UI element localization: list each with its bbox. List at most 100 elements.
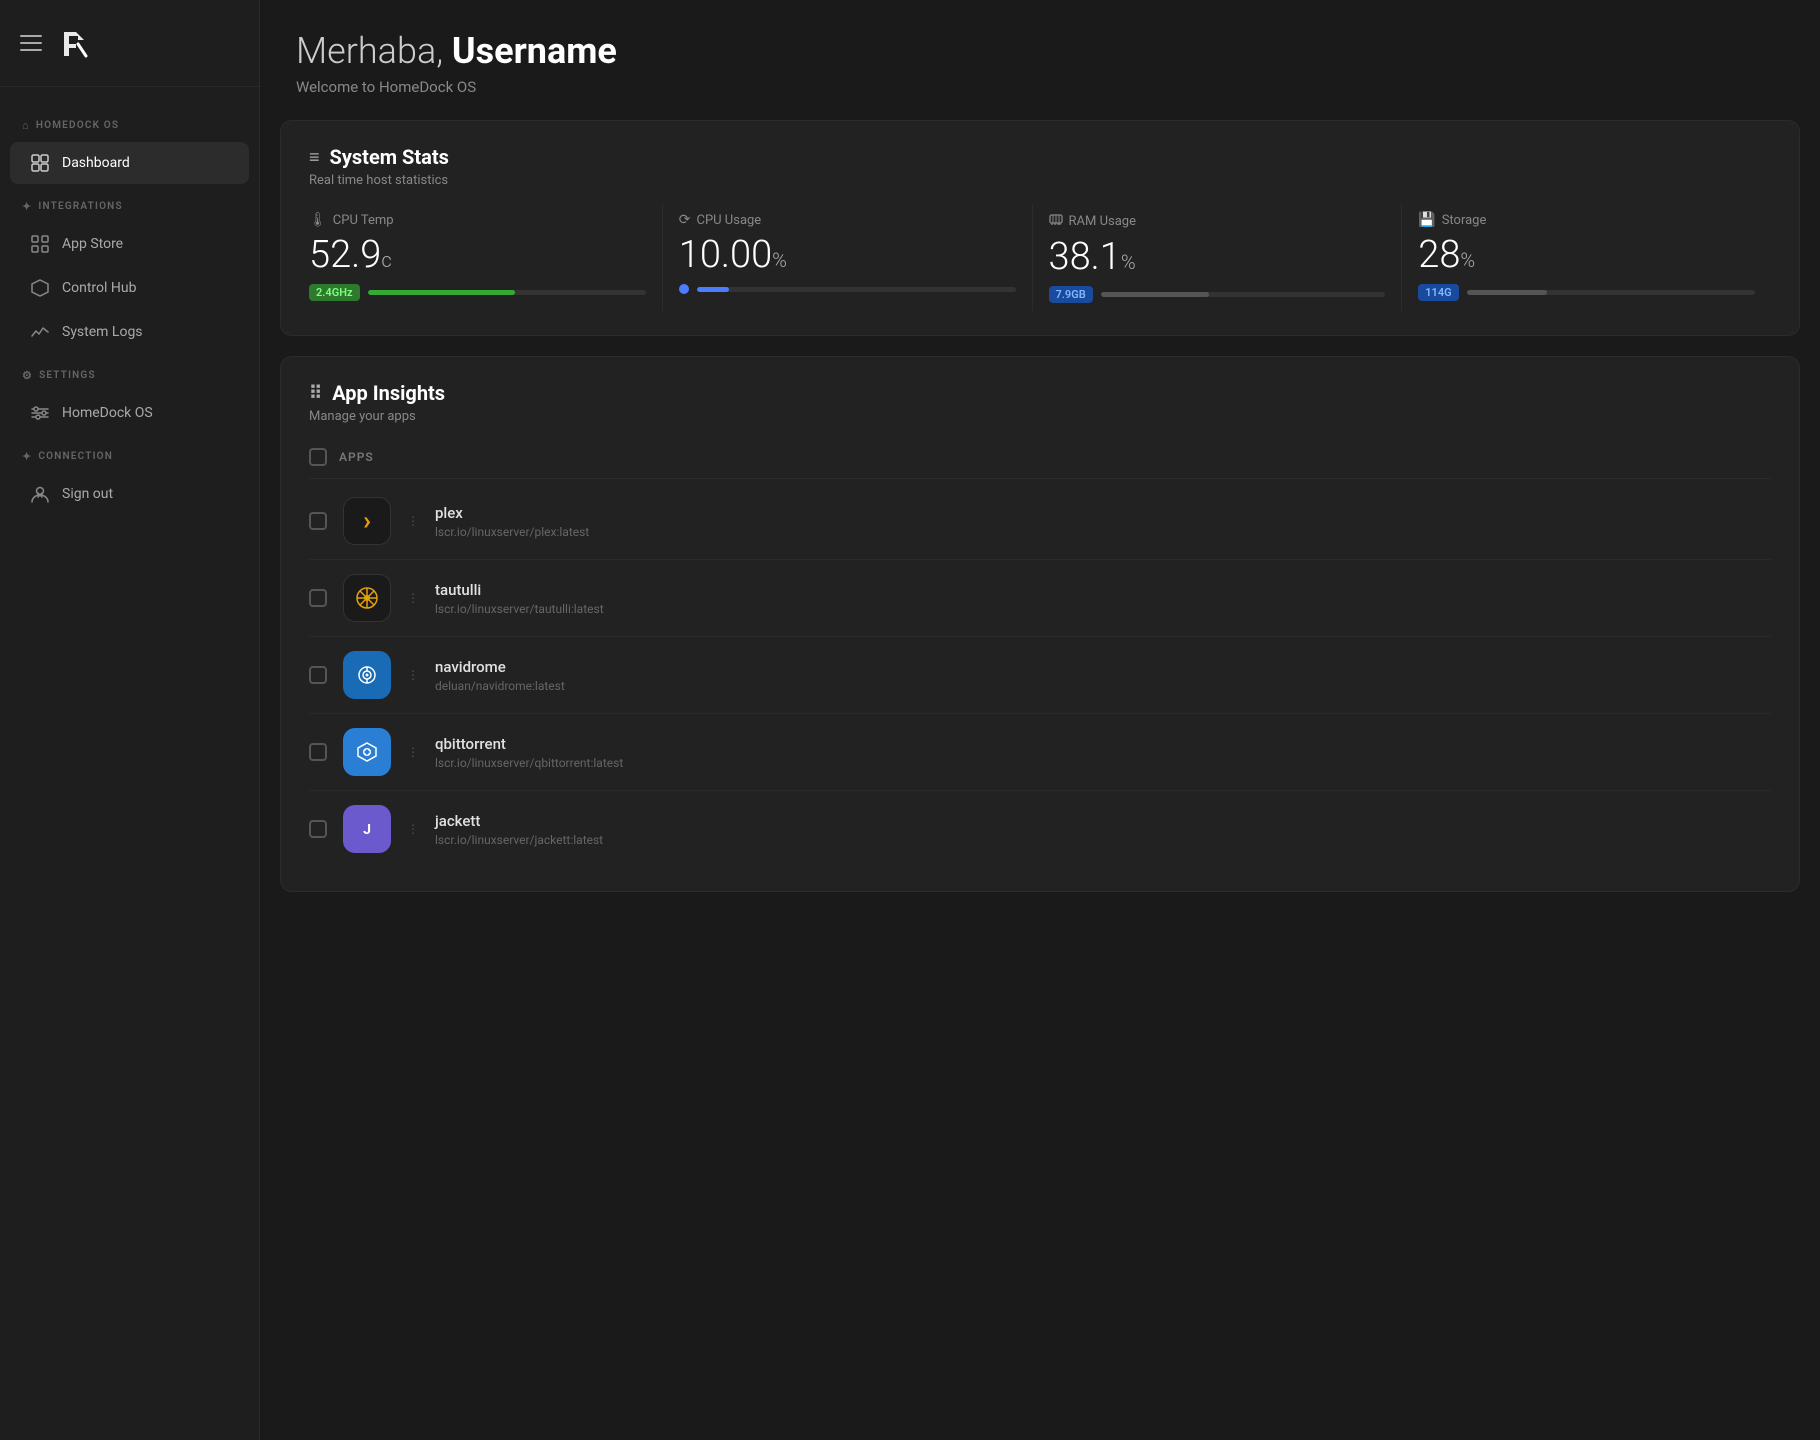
stats-grid: 🌡 CPU Temp 52.9c 2.4GHz ⟳ CPU Usage [309, 204, 1771, 311]
app-insights-card: ⠿ App Insights Manage your apps APPS › ⋮… [280, 356, 1800, 892]
app-name-plex: plex [435, 504, 1771, 522]
sidebar-item-label-homedockos: HomeDock OS [62, 405, 153, 421]
controlhub-icon [30, 278, 50, 298]
storage-value: 28% [1418, 236, 1755, 274]
app-row-jackett[interactable]: J ⋮ jackett lscr.io/linuxserver/jackett:… [309, 791, 1771, 867]
sidebar-item-label-signout: Sign out [62, 486, 113, 502]
cpu-freq-badge: 2.4GHz [309, 284, 360, 301]
stat-ram-usage: RAM Usage 38.1% 7.9GB [1049, 204, 1403, 311]
app-logo [56, 22, 98, 64]
sidebar-item-dashboard[interactable]: Dashboard [10, 142, 249, 184]
greeting-text: Merhaba, Username [296, 30, 1784, 72]
sidebar-item-label-appstore: App Store [62, 236, 123, 252]
app-name-jackett: jackett [435, 812, 1771, 830]
ram-usage-bar-fill [1101, 292, 1209, 297]
app-checkbox-jackett[interactable] [309, 820, 327, 838]
app-icon-plex: › [343, 497, 391, 545]
sidebar-navigation: ⌂ HOMEDOCK OS Dashboard ✦ INTEGRATIONS [0, 87, 259, 1440]
homedockos-settings-icon [30, 403, 50, 423]
app-image-plex: lscr.io/linuxserver/plex:latest [435, 525, 1771, 539]
app-insights-title-icon: ⠿ [309, 383, 322, 404]
sidebar-item-controlhub[interactable]: Control Hub [10, 267, 249, 309]
cpu-usage-value: 10.00% [679, 236, 1016, 274]
sidebar-item-signout[interactable]: Sign out [10, 473, 249, 515]
storage-bar [1467, 290, 1755, 295]
sidebar-header [0, 0, 259, 87]
drag-handle-qbittorrent[interactable]: ⋮ [407, 745, 419, 759]
cpu-temp-bar-fill [368, 290, 515, 295]
system-stats-title: ≡ System Stats [309, 145, 1771, 169]
system-stats-title-icon: ≡ [309, 147, 320, 168]
sidebar-item-homedockos[interactable]: HomeDock OS [10, 392, 249, 434]
system-stats-header: ≡ System Stats Real time host statistics [309, 145, 1771, 188]
ram-usage-value: 38.1% [1049, 238, 1386, 276]
drag-handle-navidrome[interactable]: ⋮ [407, 668, 419, 682]
drag-handle-plex[interactable]: ⋮ [407, 514, 419, 528]
systemlogs-icon [30, 322, 50, 342]
app-image-tautulli: lscr.io/linuxserver/tautulli:latest [435, 602, 1771, 616]
cpu-usage-bar [697, 287, 1016, 292]
sidebar-item-label-systemlogs: System Logs [62, 324, 143, 340]
section-label-connection: ✦ CONNECTION [0, 436, 259, 471]
sidebar-item-label-controlhub: Control Hub [62, 280, 136, 296]
app-image-navidrome: deluan/navidrome:latest [435, 679, 1771, 693]
subtitle-text: Welcome to HomeDock OS [296, 78, 1784, 96]
app-row-tautulli[interactable]: ⋮ tautulli lscr.io/linuxserver/tautulli:… [309, 560, 1771, 637]
cpu-usage-icon: ⟳ [679, 212, 691, 228]
drag-handle-tautulli[interactable]: ⋮ [407, 591, 419, 605]
app-icon-tautulli [343, 574, 391, 622]
app-name-navidrome: navidrome [435, 658, 1771, 676]
app-image-jackett: lscr.io/linuxserver/jackett:latest [435, 833, 1771, 847]
storage-size-badge: 114G [1418, 284, 1458, 301]
app-name-tautulli: tautulli [435, 581, 1771, 599]
app-image-qbittorrent: lscr.io/linuxserver/qbittorrent:latest [435, 756, 1771, 770]
app-icon-jackett: J [343, 805, 391, 853]
section-icon-integrations: ✦ [22, 200, 32, 213]
signout-icon [30, 484, 50, 504]
cpu-temp-icon: 🌡 [309, 212, 327, 228]
svg-text:J: J [363, 822, 371, 838]
cpu-usage-dot [679, 284, 689, 294]
section-label-integrations: ✦ INTEGRATIONS [0, 186, 259, 221]
app-checkbox-plex[interactable] [309, 512, 327, 530]
section-icon-settings: ⚙ [22, 369, 33, 382]
ram-size-badge: 7.9GB [1049, 286, 1093, 303]
drag-handle-jackett[interactable]: ⋮ [407, 822, 419, 836]
storage-icon: 💾 [1418, 212, 1435, 228]
sidebar-item-systemlogs[interactable]: System Logs [10, 311, 249, 353]
ram-usage-bar [1101, 292, 1386, 297]
sidebar: ⌂ HOMEDOCK OS Dashboard ✦ INTEGRATIONS [0, 0, 260, 1440]
cpu-usage-bar-fill [697, 287, 729, 292]
app-insights-subtitle: Manage your apps [309, 409, 1771, 424]
cpu-temp-bar [368, 290, 646, 295]
app-insights-header: ⠿ App Insights Manage your apps [309, 381, 1771, 424]
app-checkbox-qbittorrent[interactable] [309, 743, 327, 761]
app-row-navidrome[interactable]: ⋮ navidrome deluan/navidrome:latest [309, 637, 1771, 714]
section-icon-connection: ✦ [22, 450, 32, 463]
app-checkbox-tautulli[interactable] [309, 589, 327, 607]
app-insights-title: ⠿ App Insights [309, 381, 1771, 405]
app-name-qbittorrent: qbittorrent [435, 735, 1771, 753]
select-all-checkbox[interactable] [309, 448, 327, 466]
appstore-icon [30, 234, 50, 254]
system-stats-subtitle: Real time host statistics [309, 173, 1771, 188]
page-header: Merhaba, Username Welcome to HomeDock OS [260, 0, 1820, 120]
app-icon-navidrome [343, 651, 391, 699]
app-icon-qbittorrent [343, 728, 391, 776]
cpu-temp-value: 52.9c [309, 236, 646, 274]
ram-usage-icon [1049, 212, 1063, 230]
app-row-plex[interactable]: › ⋮ plex lscr.io/linuxserver/plex:latest [309, 483, 1771, 560]
stat-cpu-temp: 🌡 CPU Temp 52.9c 2.4GHz [309, 204, 663, 311]
app-checkbox-navidrome[interactable] [309, 666, 327, 684]
sidebar-item-appstore[interactable]: App Store [10, 223, 249, 265]
dashboard-icon [30, 153, 50, 173]
username-text: Username [452, 30, 617, 72]
apps-table-header: APPS [309, 440, 1771, 479]
system-stats-card: ≡ System Stats Real time host statistics… [280, 120, 1800, 336]
hamburger-menu-button[interactable] [20, 35, 42, 51]
section-icon-homedock: ⌂ [22, 119, 30, 132]
section-label-settings: ⚙ SETTINGS [0, 355, 259, 390]
apps-column-header: APPS [339, 450, 374, 464]
section-label-homedock: ⌂ HOMEDOCK OS [0, 105, 259, 140]
app-row-qbittorrent[interactable]: ⋮ qbittorrent lscr.io/linuxserver/qbitto… [309, 714, 1771, 791]
